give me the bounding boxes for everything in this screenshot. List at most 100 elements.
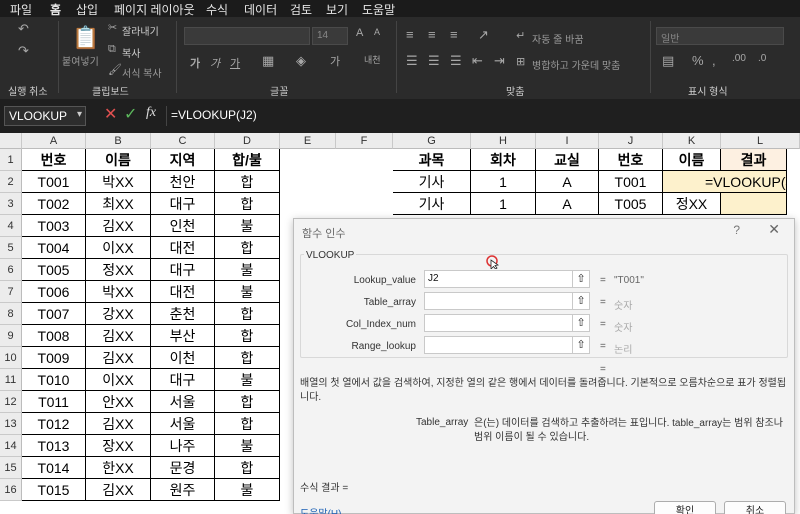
border-icon[interactable]: ▦ (262, 53, 274, 69)
table-cell[interactable]: 대구 (151, 193, 215, 215)
copy-icon[interactable]: ⧉ (108, 43, 116, 56)
formula-input[interactable]: =VLOOKUP(J2) (166, 106, 796, 126)
percent-icon[interactable]: % (692, 53, 704, 68)
table-cell[interactable]: 대전 (151, 281, 215, 303)
table-cell[interactable]: 합 (215, 325, 280, 347)
column-header-k[interactable]: K (663, 133, 721, 149)
table-cell[interactable]: 대전 (151, 237, 215, 259)
menu-file[interactable]: 파일 (10, 1, 32, 18)
lookup-header-cell[interactable]: 과목 (393, 149, 471, 171)
table-cell[interactable]: 안XX (86, 391, 151, 413)
table-cell[interactable]: T005 (22, 259, 86, 281)
lookup-cell[interactable]: T005 (599, 193, 663, 215)
table-cell[interactable]: 합 (215, 193, 280, 215)
row-header[interactable]: 1 (0, 149, 22, 171)
paste-icon[interactable]: 📋 (72, 25, 99, 51)
table-cell[interactable]: 합 (215, 171, 280, 193)
table-cell[interactable]: 천안 (151, 171, 215, 193)
row-header[interactable]: 6 (0, 259, 22, 281)
menu-insert[interactable]: 삽입 (76, 1, 98, 18)
table-cell[interactable]: 서울 (151, 413, 215, 435)
row-header[interactable]: 11 (0, 369, 22, 391)
lookup-cell[interactable]: 기사 (393, 171, 471, 193)
range-select-icon[interactable]: ⇧ (572, 314, 590, 332)
lookup-header-cell[interactable]: 이름 (663, 149, 721, 171)
table-cell[interactable]: 나주 (151, 435, 215, 457)
table-cell[interactable]: 문경 (151, 457, 215, 479)
table-cell[interactable]: T008 (22, 325, 86, 347)
table-header-cell[interactable]: 번호 (22, 149, 86, 171)
table-cell[interactable]: 불 (215, 369, 280, 391)
font-name-select[interactable] (184, 27, 310, 45)
format-painter-button[interactable]: 서식 복사 (122, 65, 162, 80)
format-painter-icon[interactable]: 🖌 (108, 63, 122, 76)
lookup-cell[interactable]: A (536, 171, 599, 193)
cancel-icon[interactable]: ✕ (104, 104, 117, 124)
table-cell[interactable]: T004 (22, 237, 86, 259)
table-array-input[interactable] (424, 292, 590, 310)
table-cell[interactable]: 강XX (86, 303, 151, 325)
table-cell[interactable]: 불 (215, 479, 280, 501)
column-header-i[interactable]: I (536, 133, 599, 149)
row-header[interactable]: 13 (0, 413, 22, 435)
orientation-icon[interactable]: ↗ (478, 27, 489, 43)
underline-icon[interactable]: 가 (230, 55, 240, 71)
fill-color-icon[interactable]: ◈ (296, 53, 306, 69)
wrap-text-icon[interactable]: ↵ (516, 29, 525, 42)
name-box[interactable]: VLOOKUP ▾ (4, 106, 86, 126)
menu-page-layout[interactable]: 페이지 레이아웃 (114, 1, 195, 18)
table-cell[interactable]: T014 (22, 457, 86, 479)
table-cell[interactable]: 김XX (86, 347, 151, 369)
cut-button[interactable]: 잘라내기 (122, 23, 159, 38)
redo-icon[interactable]: ↷ (18, 43, 29, 59)
lookup-cell[interactable]: A (536, 193, 599, 215)
table-cell[interactable]: 김XX (86, 479, 151, 501)
table-cell[interactable]: T012 (22, 413, 86, 435)
lookup-cell[interactable] (721, 193, 787, 215)
table-cell[interactable]: T013 (22, 435, 86, 457)
table-cell[interactable]: 서울 (151, 391, 215, 413)
font-color-icon[interactable]: 가 (330, 53, 340, 69)
column-header-a[interactable]: A (22, 133, 86, 149)
table-cell[interactable]: 합 (215, 457, 280, 479)
table-cell[interactable]: 합 (215, 303, 280, 325)
table-header-cell[interactable]: 합/불 (215, 149, 280, 171)
lookup-header-cell[interactable]: 교실 (536, 149, 599, 171)
table-cell[interactable]: 박XX (86, 171, 151, 193)
table-cell[interactable]: 대구 (151, 259, 215, 281)
cut-icon[interactable]: ✂ (108, 21, 117, 34)
close-icon[interactable]: ✕ (768, 221, 780, 238)
ok-button[interactable]: 확인 (654, 501, 716, 514)
row-header[interactable]: 15 (0, 457, 22, 479)
table-cell[interactable]: 장XX (86, 435, 151, 457)
menu-view[interactable]: 보기 (326, 1, 348, 18)
range-select-icon[interactable]: ⇧ (572, 292, 590, 310)
table-cell[interactable]: 불 (215, 215, 280, 237)
menu-data[interactable]: 데이터 (244, 1, 277, 18)
lookup-cell[interactable]: 기사 (393, 193, 471, 215)
table-cell[interactable]: 이천 (151, 347, 215, 369)
lookup-header-cell[interactable]: 번호 (599, 149, 663, 171)
range-select-icon[interactable]: ⇧ (572, 270, 590, 288)
table-cell[interactable]: 박XX (86, 281, 151, 303)
enter-icon[interactable]: ✓ (124, 104, 137, 124)
row-header[interactable]: 2 (0, 171, 22, 193)
undo-icon[interactable]: ↶ (18, 21, 29, 37)
column-header-g[interactable]: G (393, 133, 471, 149)
table-cell[interactable]: 이XX (86, 237, 151, 259)
menu-formulas[interactable]: 수식 (206, 1, 228, 18)
align-center-icon[interactable]: ☰ (428, 53, 440, 69)
select-all-corner[interactable] (0, 133, 22, 149)
table-cell[interactable]: 합 (215, 347, 280, 369)
column-header-j[interactable]: J (599, 133, 663, 149)
wrap-text-button[interactable]: 자동 줄 바꿈 (532, 31, 584, 46)
table-cell[interactable]: 불 (215, 435, 280, 457)
number-format-select[interactable]: 일반 (656, 27, 784, 45)
row-header[interactable]: 9 (0, 325, 22, 347)
decrease-decimal-icon[interactable]: .0 (758, 53, 766, 64)
table-cell[interactable]: 한XX (86, 457, 151, 479)
menu-help[interactable]: 도움말 (362, 1, 395, 18)
align-top-icon[interactable]: ≡ (406, 27, 414, 42)
range-select-icon[interactable]: ⇧ (572, 336, 590, 354)
table-header-cell[interactable]: 이름 (86, 149, 151, 171)
